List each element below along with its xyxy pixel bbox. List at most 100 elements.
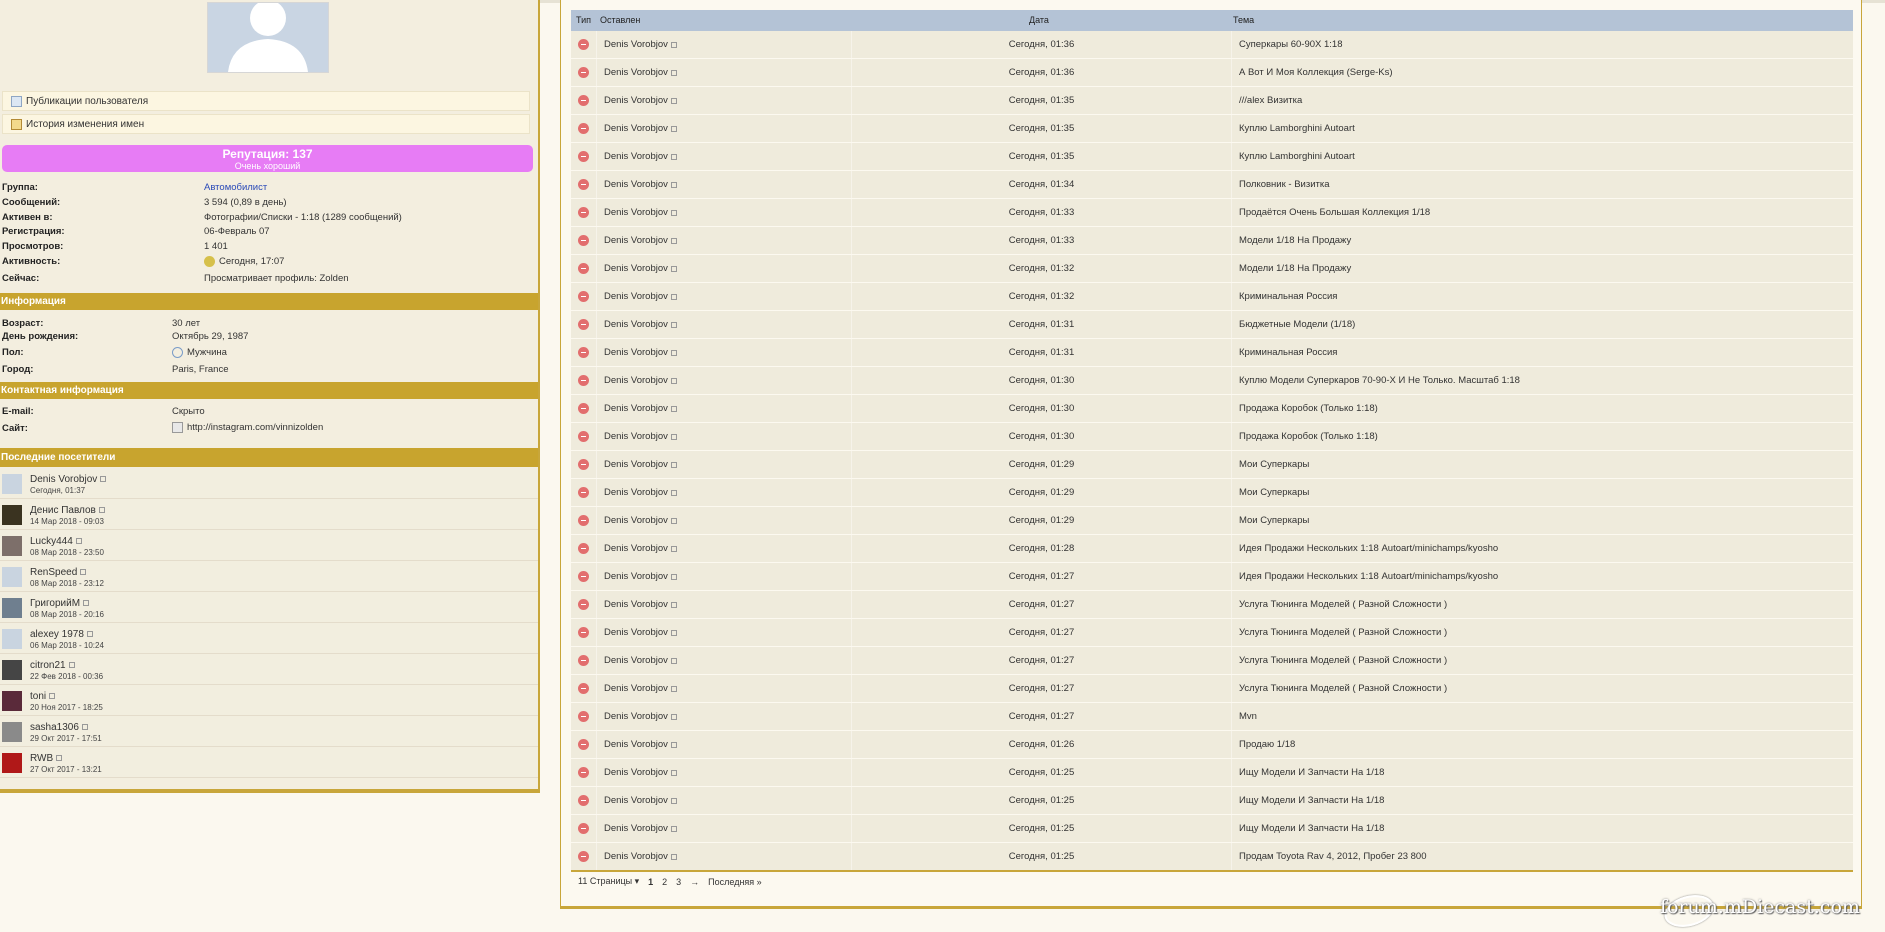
last-page-link[interactable]: Последняя »: [708, 877, 762, 887]
visitor-name[interactable]: alexey 1978: [30, 629, 84, 640]
visitor-item[interactable]: ГригорийМ 08 Мар 2018 - 20:16: [0, 592, 538, 623]
topic-cell: Куплю Lamborghini Autoart: [1232, 115, 1853, 142]
topic-link[interactable]: Криминальная Россия: [1239, 291, 1337, 302]
topic-link[interactable]: Мои Суперкары: [1239, 515, 1309, 526]
topic-link[interactable]: Бюджетные Модели (1/18): [1239, 319, 1355, 330]
group-link[interactable]: Автомобилист: [204, 182, 267, 193]
page-1[interactable]: 1: [648, 877, 653, 887]
author-link[interactable]: Denis Vorobjov: [604, 123, 668, 134]
topic-link[interactable]: Ищу Модели И Запчасти На 1/18: [1239, 795, 1384, 806]
topic-link[interactable]: Услуга Тюнинга Моделей ( Разной Сложност…: [1239, 599, 1447, 610]
visitor-name[interactable]: citron21: [30, 660, 66, 671]
visitor-item[interactable]: toni 20 Ноя 2017 - 18:25: [0, 685, 538, 716]
external-link-icon: [670, 685, 677, 692]
author-link[interactable]: Denis Vorobjov: [604, 347, 668, 358]
page-2[interactable]: 2: [662, 877, 667, 887]
author-link[interactable]: Denis Vorobjov: [604, 179, 668, 190]
author-link[interactable]: Denis Vorobjov: [604, 403, 668, 414]
visitor-item[interactable]: Денис Павлов 14 Мар 2018 - 09:03: [0, 499, 538, 530]
user-publications-link[interactable]: Публикации пользователя: [2, 91, 530, 111]
visitor-name[interactable]: Denis Vorobjov: [30, 474, 97, 485]
author-link[interactable]: Denis Vorobjov: [604, 95, 668, 106]
visitor-name[interactable]: sasha1306: [30, 722, 79, 733]
visitor-name[interactable]: Lucky444: [30, 536, 73, 547]
topic-link[interactable]: Полковник - Визитка: [1239, 179, 1330, 190]
author-link[interactable]: Denis Vorobjov: [604, 459, 668, 470]
topic-link[interactable]: Ищу Модели И Запчасти На 1/18: [1239, 823, 1384, 834]
topic-link[interactable]: Криминальная Россия: [1239, 347, 1337, 358]
author-link[interactable]: Denis Vorobjov: [604, 207, 668, 218]
author-link[interactable]: Denis Vorobjov: [604, 795, 668, 806]
author-link[interactable]: Denis Vorobjov: [604, 319, 668, 330]
author-link[interactable]: Denis Vorobjov: [604, 291, 668, 302]
author-link[interactable]: Denis Vorobjov: [604, 851, 668, 862]
author-link[interactable]: Denis Vorobjov: [604, 67, 668, 78]
topic-link[interactable]: Продам Toyota Rav 4, 2012, Пробег 23 800: [1239, 851, 1427, 862]
visitor-item[interactable]: citron21 22 Фев 2018 - 00:36: [0, 654, 538, 685]
table-row: Denis Vorobjov Сегодня, 01:31 Бюджетные Мо…: [571, 311, 1853, 339]
visitor-item[interactable]: RWB 27 Окт 2017 - 13:21: [0, 747, 538, 778]
author-link[interactable]: Denis Vorobjov: [604, 627, 668, 638]
author-link[interactable]: Denis Vorobjov: [604, 599, 668, 610]
topic-link[interactable]: Продажа Коробок (Только 1:18): [1239, 403, 1378, 414]
author-link[interactable]: Denis Vorobjov: [604, 515, 668, 526]
topic-link[interactable]: Куплю Lamborghini Autoart: [1239, 151, 1355, 162]
author-link[interactable]: Denis Vorobjov: [604, 151, 668, 162]
author-link[interactable]: Denis Vorobjov: [604, 375, 668, 386]
author-link[interactable]: Denis Vorobjov: [604, 431, 668, 442]
topic-link[interactable]: Идея Продажи Нескольких 1:18 Autoart/min…: [1239, 571, 1498, 582]
type-cell: [571, 815, 597, 842]
visitor-item[interactable]: sasha1306 29 Окт 2017 - 17:51: [0, 716, 538, 747]
author-link[interactable]: Denis Vorobjov: [604, 263, 668, 274]
topic-link[interactable]: А Вот И Моя Коллекция (Serge-Ks): [1239, 67, 1393, 78]
visitor-item[interactable]: Denis Vorobjov Сегодня, 01:37: [0, 468, 538, 499]
pages-dropdown[interactable]: 11 Страницы ▾: [578, 876, 639, 887]
topic-link[interactable]: Куплю Модели Суперкаров 70-90-Х И Не Тол…: [1239, 375, 1520, 386]
visitor-item[interactable]: alexey 1978 06 Мар 2018 - 10:24: [0, 623, 538, 654]
topic-link[interactable]: Ищу Модели И Запчасти На 1/18: [1239, 767, 1384, 778]
author-cell: Denis Vorobjov: [597, 703, 852, 730]
topic-link[interactable]: ///alex Визитка: [1239, 95, 1302, 106]
topic-link[interactable]: Продажа Коробок (Только 1:18): [1239, 431, 1378, 442]
topic-link[interactable]: Мои Суперкары: [1239, 487, 1309, 498]
visitor-item[interactable]: RenSpeed 08 Мар 2018 - 23:12: [0, 561, 538, 592]
topic-link[interactable]: Продаётся Очень Большая Коллекция 1/18: [1239, 207, 1430, 218]
type-cell: [571, 255, 597, 282]
topic-link[interactable]: Куплю Lamborghini Autoart: [1239, 123, 1355, 134]
topic-link[interactable]: Модели 1/18 На Продажу: [1239, 235, 1351, 246]
topic-link[interactable]: Мои Суперкары: [1239, 459, 1309, 470]
author-link[interactable]: Denis Vorobjov: [604, 543, 668, 554]
visitor-name[interactable]: ГригорийМ: [30, 598, 80, 609]
visitor-time: 22 Фев 2018 - 00:36: [30, 672, 104, 681]
topic-link[interactable]: Продаю 1/18: [1239, 739, 1295, 750]
visitor-item[interactable]: Lucky444 08 Мар 2018 - 23:50: [0, 530, 538, 561]
author-link[interactable]: Denis Vorobjov: [604, 711, 668, 722]
name-history-link[interactable]: История изменения имен: [2, 114, 530, 134]
website-link[interactable]: http://instagram.com/vinnizolden: [187, 422, 323, 433]
visitor-avatar: [2, 660, 22, 680]
author-link[interactable]: Denis Vorobjov: [604, 39, 668, 50]
topic-link[interactable]: Суперкары 60-90Х 1:18: [1239, 39, 1342, 50]
page-3[interactable]: 3: [676, 877, 681, 887]
topic-link[interactable]: Идея Продажи Нескольких 1:18 Autoart/min…: [1239, 543, 1498, 554]
author-link[interactable]: Denis Vorobjov: [604, 235, 668, 246]
author-link[interactable]: Denis Vorobjov: [604, 487, 668, 498]
topic-link[interactable]: Модели 1/18 На Продажу: [1239, 263, 1351, 274]
author-link[interactable]: Denis Vorobjov: [604, 655, 668, 666]
next-arrow[interactable]: →: [690, 877, 699, 887]
author-link[interactable]: Denis Vorobjov: [604, 767, 668, 778]
author-link[interactable]: Denis Vorobjov: [604, 739, 668, 750]
author-link[interactable]: Denis Vorobjov: [604, 571, 668, 582]
table-row: Denis Vorobjov Сегодня, 01:35 Куплю Lambor…: [571, 115, 1853, 143]
topic-link[interactable]: Услуга Тюнинга Моделей ( Разной Сложност…: [1239, 683, 1447, 694]
topic-link[interactable]: Услуга Тюнинга Моделей ( Разной Сложност…: [1239, 627, 1447, 638]
date-cell: Сегодня, 01:35: [852, 87, 1232, 114]
visitor-name[interactable]: RWB: [30, 753, 53, 764]
visitor-name[interactable]: Денис Павлов: [30, 505, 96, 516]
topic-link[interactable]: Услуга Тюнинга Моделей ( Разной Сложност…: [1239, 655, 1447, 666]
topic-link[interactable]: Mvn: [1239, 711, 1257, 722]
author-link[interactable]: Denis Vorobjov: [604, 823, 668, 834]
visitor-name[interactable]: RenSpeed: [30, 567, 77, 578]
author-link[interactable]: Denis Vorobjov: [604, 683, 668, 694]
visitor-name[interactable]: toni: [30, 691, 46, 702]
